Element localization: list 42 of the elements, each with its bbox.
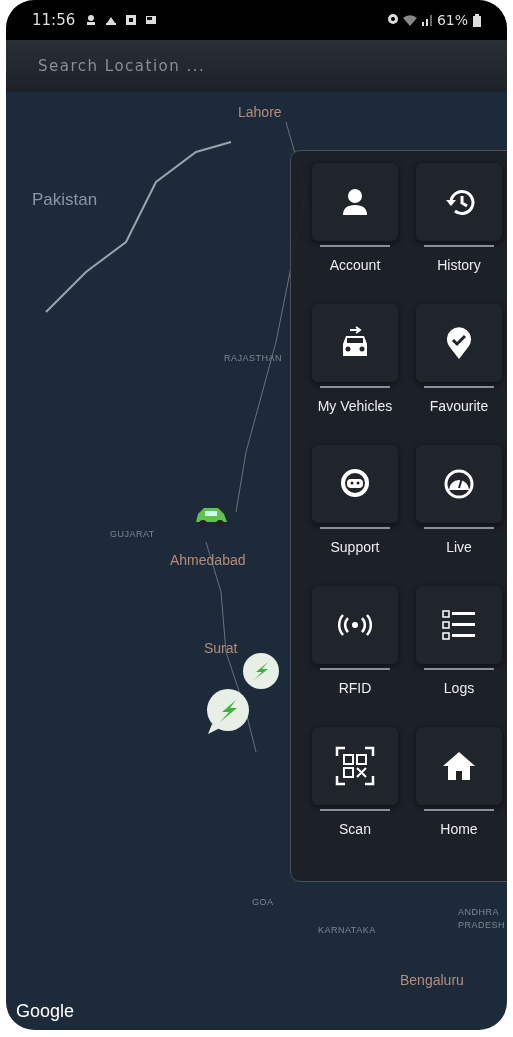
headset-icon bbox=[339, 469, 371, 499]
qr-code-icon bbox=[335, 746, 375, 786]
wireless-signal-icon bbox=[337, 614, 373, 636]
map-place-label: Ahmedabad bbox=[170, 552, 246, 568]
menu-item[interactable]: Support bbox=[303, 445, 407, 586]
history-icon bbox=[443, 187, 475, 217]
location-icon bbox=[387, 13, 398, 27]
location-check-icon bbox=[446, 327, 472, 359]
signal-icon bbox=[421, 14, 432, 26]
menu-item[interactable]: Live bbox=[407, 445, 507, 586]
list-icon bbox=[442, 609, 476, 641]
menu-item[interactable]: History bbox=[407, 163, 507, 304]
image-icon bbox=[145, 14, 158, 26]
search-field[interactable]: Search Location ... bbox=[6, 40, 507, 92]
map-place-label: KARNATAKA bbox=[318, 924, 374, 937]
map-place-label: GOA bbox=[252, 896, 274, 909]
map-place-label: ANDHRA PRADESH bbox=[458, 906, 506, 932]
charger-marker-icon[interactable] bbox=[242, 652, 280, 690]
map-place-label: Surat bbox=[204, 640, 238, 656]
status-time: 11:56 bbox=[32, 11, 76, 29]
home-icon bbox=[442, 751, 476, 781]
map-place-label: Pakistan bbox=[32, 190, 98, 210]
search-input[interactable]: Search Location ... bbox=[36, 49, 477, 83]
menu-item[interactable]: Account bbox=[303, 163, 407, 304]
map-place-label: Lahore bbox=[238, 104, 282, 120]
map-attribution: Google bbox=[16, 1001, 75, 1022]
wifi-icon bbox=[402, 14, 417, 26]
person-icon bbox=[340, 187, 370, 217]
menu-item[interactable]: RFID bbox=[303, 586, 407, 727]
map-place-label: RAJASTHAN bbox=[224, 352, 280, 365]
menu-item[interactable]: Home bbox=[407, 727, 507, 868]
battery-percent: 61% bbox=[436, 12, 468, 28]
menu-item[interactable]: My Vehicles bbox=[303, 304, 407, 445]
menu-item[interactable]: Logs bbox=[407, 586, 507, 727]
map-place-label: Bengaluru bbox=[400, 972, 464, 988]
notification-icon bbox=[85, 14, 98, 26]
menu-item[interactable]: Scan bbox=[303, 727, 407, 868]
menu-item[interactable]: Favourite bbox=[407, 304, 507, 445]
speedometer-icon bbox=[443, 468, 475, 500]
map-place-label: GUJARAT bbox=[110, 528, 155, 541]
battery-icon bbox=[473, 13, 481, 27]
notification-icon bbox=[125, 14, 138, 26]
